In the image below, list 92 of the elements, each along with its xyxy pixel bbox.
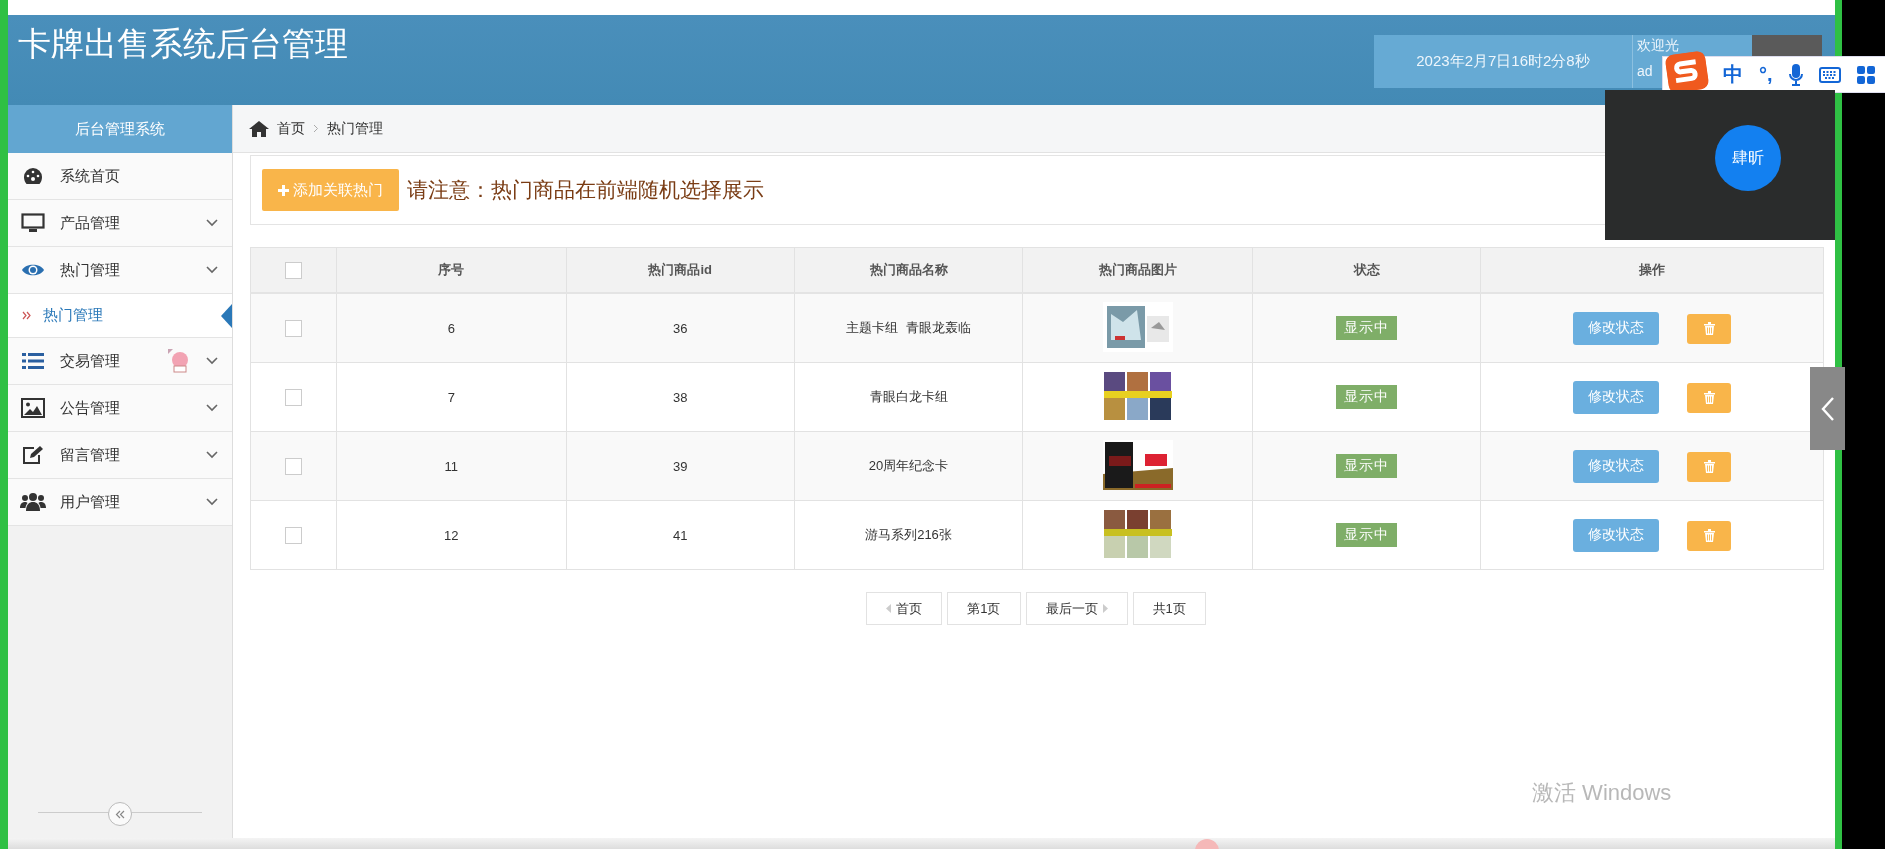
column-header: 状态 — [1252, 247, 1481, 293]
pagination-button[interactable]: 第1页 — [947, 592, 1021, 625]
checkbox[interactable] — [284, 261, 302, 279]
app-title: 卡牌出售系统后台管理 — [18, 24, 348, 64]
chevron-right-icon — [313, 124, 319, 133]
username-text: ad — [1637, 64, 1653, 78]
sidebar-item-label: 交易管理 — [60, 351, 121, 371]
edit-icon — [22, 445, 44, 465]
column-header: 热门商品名称 — [794, 247, 1023, 293]
table-cell: 20周年纪念卡 — [794, 431, 1023, 501]
sidebar-item[interactable]: 热门管理 — [8, 247, 232, 294]
image-icon — [21, 398, 45, 418]
column-header: 热门商品图片 — [1022, 247, 1253, 293]
ime-mode-toggle[interactable]: 中 — [1723, 61, 1743, 88]
keyboard-icon[interactable] — [1818, 66, 1841, 83]
sidebar-title: 后台管理系统 — [8, 105, 232, 153]
sidebar-item[interactable]: 交易管理 — [8, 338, 232, 385]
table-cell: 7 — [336, 362, 567, 432]
sidebar-item-label: 公告管理 — [60, 398, 121, 418]
sticker-drawing — [168, 349, 190, 373]
pagination-button[interactable]: 共1页 — [1132, 592, 1206, 625]
sidebar-item[interactable]: 产品管理 — [8, 200, 232, 247]
sidebar-item-label: 用户管理 — [60, 492, 121, 512]
chevron-down-icon — [206, 498, 218, 506]
trash-icon — [1703, 391, 1715, 405]
trash-icon — [1703, 322, 1715, 336]
checkbox[interactable] — [284, 319, 302, 337]
sidebar-subitem-label: 热门管理 — [43, 306, 103, 325]
chevron-down-icon — [206, 451, 218, 459]
table-cell: 主题卡组 青眼龙轰临 — [794, 293, 1023, 363]
column-header: 操作 — [1480, 247, 1824, 293]
collapse-sidebar-button[interactable] — [108, 802, 132, 826]
monitor-icon — [21, 213, 45, 233]
chevron-down-icon — [206, 219, 218, 227]
sidebar-item[interactable]: 系统首页 — [8, 153, 232, 200]
home-icon — [249, 120, 269, 137]
breadcrumb-current: 热门管理 — [327, 119, 383, 138]
status-label: 显示中 — [1336, 385, 1398, 409]
delete-button[interactable] — [1687, 520, 1732, 551]
delete-button[interactable] — [1687, 313, 1732, 344]
status-label: 显示中 — [1336, 454, 1398, 478]
checkbox[interactable] — [284, 388, 302, 406]
users-icon — [20, 492, 46, 512]
list-icon — [22, 352, 44, 370]
chevron-down-icon — [206, 266, 218, 274]
table-cell: 36 — [566, 293, 795, 363]
checkbox[interactable] — [284, 457, 302, 475]
activation-notice: 激活 Windows — [1532, 780, 1672, 805]
sidebar-item[interactable]: 公告管理 — [8, 385, 232, 432]
dashboard-icon — [23, 167, 43, 185]
status-label: 显示中 — [1336, 316, 1398, 340]
datetime-display: 2023年2月7日16时2分8秒 — [1374, 35, 1632, 88]
welcome-text: 欢迎光 — [1637, 38, 1679, 52]
double-chevron-left-icon — [115, 809, 125, 819]
table-cell: 青眼白龙卡组 — [794, 362, 1023, 432]
table-cell: 游马系列216张 — [794, 500, 1023, 570]
table-cell: 41 — [566, 500, 795, 570]
trash-icon — [1703, 529, 1715, 543]
ime-punctuation-toggle[interactable]: °, — [1759, 63, 1773, 86]
delete-button[interactable] — [1687, 451, 1732, 482]
sidebar-item-label: 热门管理 — [60, 260, 121, 280]
column-header: 热门商品id — [566, 247, 795, 293]
checkbox[interactable] — [284, 526, 302, 544]
pagination-button[interactable]: 首页 — [866, 592, 943, 625]
microphone-icon[interactable] — [1788, 63, 1803, 86]
double-chevron-icon — [22, 311, 31, 320]
apps-grid-icon[interactable] — [1856, 65, 1875, 84]
table-cell: 39 — [566, 431, 795, 501]
trash-icon — [1703, 460, 1715, 474]
plus-icon — [278, 184, 289, 196]
delete-button[interactable] — [1687, 382, 1732, 413]
sidebar-item[interactable]: 用户管理 — [8, 479, 232, 526]
sidebar-subitem[interactable]: 热门管理 — [8, 294, 232, 338]
caret-right-icon — [1102, 604, 1108, 613]
column-header: 序号 — [336, 247, 567, 293]
sidebar-item-label: 系统首页 — [60, 166, 121, 186]
status-label: 显示中 — [1336, 523, 1398, 547]
pagination-button[interactable]: 最后一页 — [1025, 592, 1128, 625]
caret-left-icon — [886, 604, 892, 613]
chevron-down-icon — [206, 404, 218, 412]
eye-icon — [21, 262, 45, 278]
sidebar-item-label: 留言管理 — [60, 445, 121, 465]
sidebar-item-label: 产品管理 — [60, 213, 121, 233]
table-cell: 6 — [336, 293, 567, 363]
table-cell: 38 — [566, 362, 795, 432]
chevron-down-icon — [206, 357, 218, 365]
breadcrumb-link[interactable]: 首页 — [277, 119, 305, 138]
notice-text: 请注意：热门商品在前端随机选择展示 — [407, 177, 764, 203]
table-cell: 11 — [336, 431, 567, 501]
table-cell: 12 — [336, 500, 567, 570]
sidebar-item[interactable]: 留言管理 — [8, 432, 232, 479]
chevron-left-icon[interactable] — [1820, 395, 1835, 422]
